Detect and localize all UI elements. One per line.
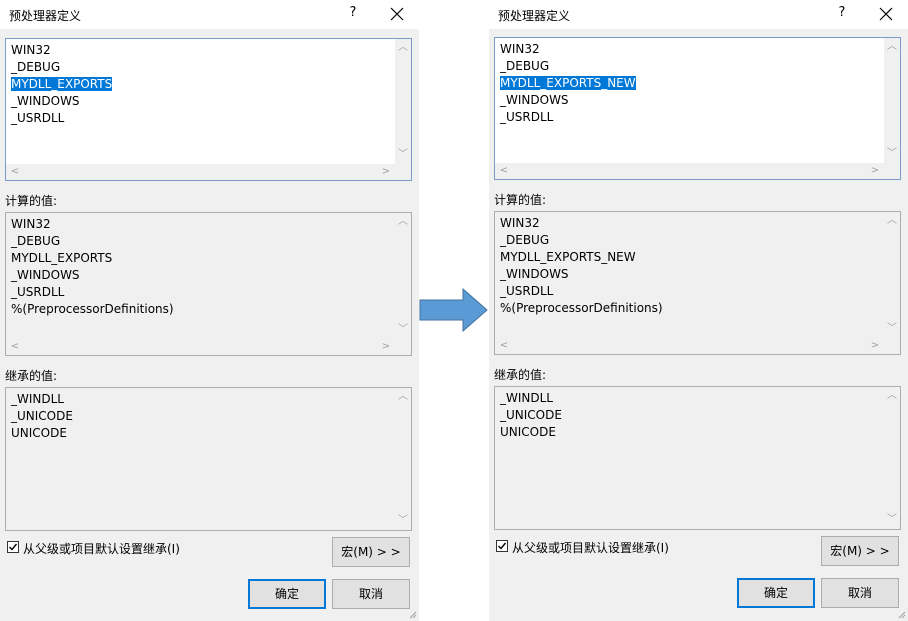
definition-line[interactable]: _USRDLL [500, 109, 882, 126]
scroll-down-icon[interactable]: ﹀ [397, 150, 409, 160]
computed-line: _DEBUG [11, 234, 61, 248]
title-bar: 预处理器定义 ? [0, 0, 419, 29]
scroll-corner [395, 164, 411, 180]
vertical-scrollbar[interactable]: ︿ ﹀ [884, 387, 900, 529]
scroll-left-icon[interactable]: < [498, 166, 510, 176]
definitions-editor[interactable]: WIN32 _DEBUG MYDLL_EXPORTS_NEW _WINDOWS … [494, 37, 901, 180]
help-button[interactable]: ? [835, 5, 849, 23]
help-button[interactable]: ? [346, 5, 360, 23]
computed-values-label: 计算的值: [494, 193, 547, 207]
scroll-up-icon[interactable]: ︿ [397, 392, 409, 402]
title-bar: 预处理器定义 ? [489, 0, 908, 29]
definition-line-selected[interactable]: MYDLL_EXPORTS [11, 76, 393, 93]
computed-line: MYDLL_EXPORTS_NEW [500, 250, 636, 264]
computed-line: _USRDLL [500, 284, 554, 298]
scroll-up-icon[interactable]: ︿ [397, 43, 409, 53]
inherited-values-label: 继承的值: [494, 368, 547, 382]
dialog-title: 预处理器定义 [498, 9, 571, 23]
inherited-line: _UNICODE [11, 409, 73, 423]
resize-grip-icon[interactable] [407, 609, 417, 619]
inherit-checkbox[interactable] [7, 541, 19, 553]
computed-line: WIN32 [11, 217, 51, 231]
vertical-scrollbar[interactable]: ︿ ﹀ [884, 38, 900, 163]
vertical-scrollbar[interactable]: ︿ ﹀ [884, 212, 900, 338]
ok-button[interactable]: 确定 [248, 579, 326, 609]
horizontal-scrollbar[interactable]: < > [6, 339, 395, 355]
inherited-line: _UNICODE [500, 408, 562, 422]
close-button[interactable] [877, 5, 895, 23]
scroll-left-icon[interactable]: < [498, 341, 510, 351]
horizontal-scrollbar[interactable]: < > [495, 163, 884, 179]
inherit-checkbox-label[interactable]: 从父级或项目默认设置继承(I) [23, 540, 180, 557]
definition-line[interactable]: _DEBUG [500, 58, 882, 75]
dialog-preprocessor-after: 预处理器定义 ? WIN32 _DEBUG MYDLL_EXPORTS_NEW … [489, 0, 908, 621]
vertical-scrollbar[interactable]: ︿ ﹀ [395, 388, 411, 530]
macro-button[interactable]: 宏(M) > > [332, 537, 410, 567]
definitions-editor[interactable]: WIN32 _DEBUG MYDLL_EXPORTS _WINDOWS _USR… [5, 38, 412, 181]
definition-line[interactable]: WIN32 [11, 42, 393, 59]
scroll-up-icon[interactable]: ︿ [886, 42, 898, 52]
computed-line: _DEBUG [500, 233, 550, 247]
scroll-up-icon[interactable]: ︿ [886, 391, 898, 401]
dialog-preprocessor-before: 预处理器定义 ? WIN32 _DEBUG MYDLL_EXPORTS _WIN… [0, 0, 419, 621]
scroll-left-icon[interactable]: < [9, 167, 21, 177]
inherited-values-label: 继承的值: [5, 369, 58, 383]
horizontal-scrollbar[interactable]: < > [6, 164, 395, 180]
computed-values-list: WIN32 _DEBUG MYDLL_EXPORTS_NEW _WINDOWS … [494, 211, 901, 355]
cancel-button[interactable]: 取消 [332, 579, 410, 609]
scroll-left-icon[interactable]: < [9, 342, 21, 352]
inherited-line: _WINDLL [500, 391, 553, 405]
definition-line-selected[interactable]: MYDLL_EXPORTS_NEW [500, 75, 882, 92]
inherited-line: UNICODE [500, 425, 556, 439]
transition-arrow-icon [419, 288, 488, 332]
definition-line[interactable]: _WINDOWS [11, 93, 393, 110]
computed-line: MYDLL_EXPORTS [11, 251, 113, 265]
inherited-line: _WINDLL [11, 392, 64, 406]
scroll-up-icon[interactable]: ︿ [886, 216, 898, 226]
ok-button[interactable]: 确定 [737, 578, 815, 608]
close-icon [879, 7, 893, 21]
vertical-scrollbar[interactable]: ︿ ﹀ [395, 213, 411, 339]
scroll-right-icon[interactable]: > [380, 342, 392, 352]
cancel-button[interactable]: 取消 [821, 578, 899, 608]
dialog-title: 预处理器定义 [9, 9, 82, 23]
definition-line[interactable]: WIN32 [500, 41, 882, 58]
checkmark-icon [498, 542, 507, 550]
inherit-checkbox[interactable] [496, 540, 508, 552]
scroll-up-icon[interactable]: ︿ [397, 217, 409, 227]
computed-values-label: 计算的值: [5, 194, 58, 208]
scroll-right-icon[interactable]: > [380, 167, 392, 177]
computed-line: %(PreprocessorDefinitions) [500, 301, 663, 315]
inherit-checkbox-label[interactable]: 从父级或项目默认设置继承(I) [512, 539, 669, 556]
scroll-right-icon[interactable]: > [869, 166, 881, 176]
inherited-line: UNICODE [11, 426, 67, 440]
vertical-scrollbar[interactable]: ︿ ﹀ [395, 39, 411, 164]
macro-button[interactable]: 宏(M) > > [821, 536, 899, 566]
computed-line: _WINDOWS [500, 267, 569, 281]
inherited-values-list: _WINDLL _UNICODE UNICODE ︿ ﹀ [494, 386, 901, 530]
definition-line[interactable]: _DEBUG [11, 59, 393, 76]
inherited-values-list: _WINDLL _UNICODE UNICODE ︿ ﹀ [5, 387, 412, 531]
scroll-corner [884, 163, 900, 179]
scroll-down-icon[interactable]: ﹀ [886, 149, 898, 159]
definition-line[interactable]: _WINDOWS [500, 92, 882, 109]
scroll-right-icon[interactable]: > [869, 341, 881, 351]
scroll-down-icon[interactable]: ﹀ [397, 516, 409, 526]
close-button[interactable] [388, 5, 406, 23]
computed-line: _USRDLL [11, 285, 65, 299]
computed-values-list: WIN32 _DEBUG MYDLL_EXPORTS _WINDOWS _USR… [5, 212, 412, 356]
definition-line[interactable]: _USRDLL [11, 110, 393, 127]
horizontal-scrollbar[interactable]: < > [495, 338, 884, 354]
scroll-down-icon[interactable]: ﹀ [886, 324, 898, 334]
checkmark-icon [9, 543, 18, 551]
scroll-down-icon[interactable]: ﹀ [886, 515, 898, 525]
computed-line: WIN32 [500, 216, 540, 230]
close-icon [390, 7, 404, 21]
computed-line: %(PreprocessorDefinitions) [11, 302, 174, 316]
resize-grip-icon[interactable] [896, 609, 906, 619]
computed-line: _WINDOWS [11, 268, 80, 282]
scroll-down-icon[interactable]: ﹀ [397, 325, 409, 335]
